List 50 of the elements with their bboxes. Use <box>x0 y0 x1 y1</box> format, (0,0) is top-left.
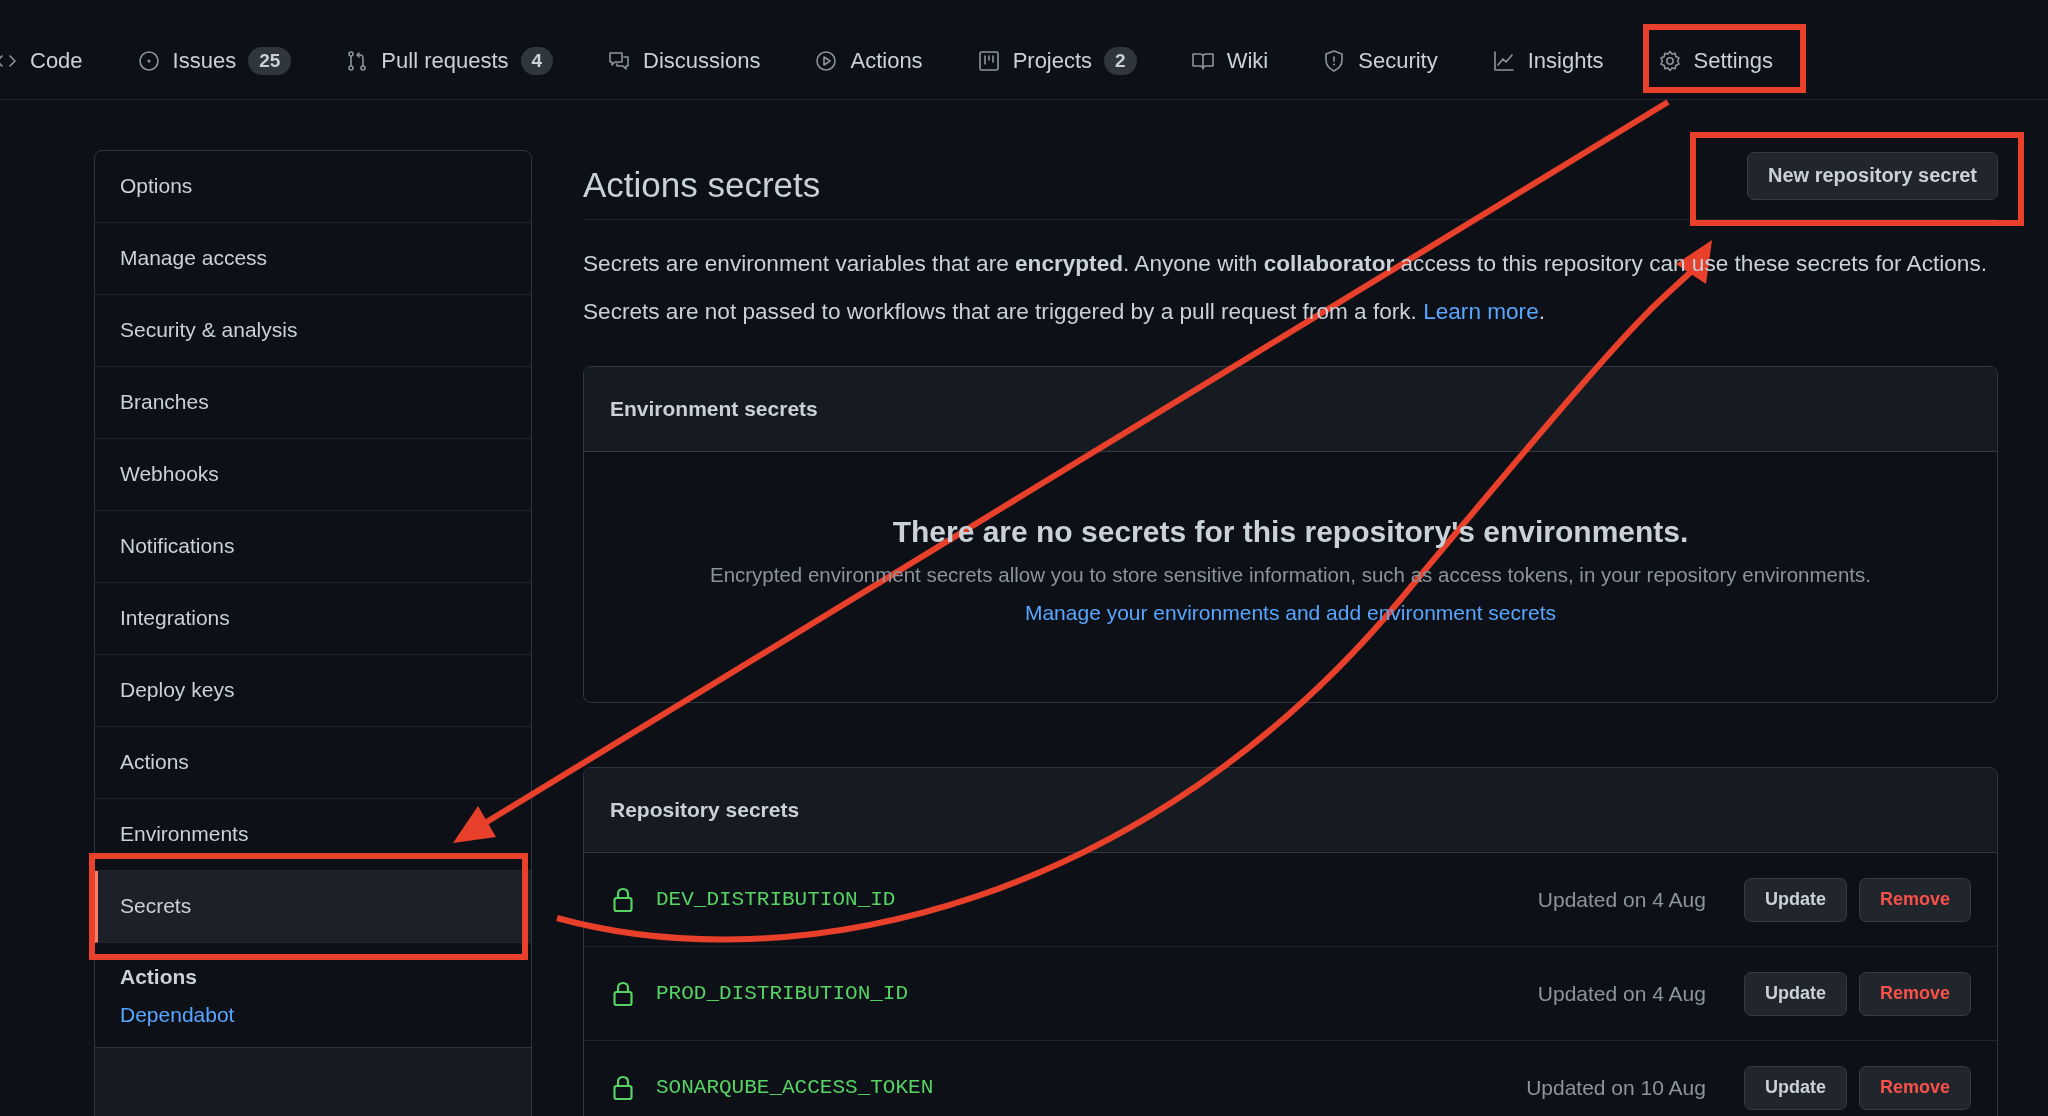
nav-tab[interactable]: Wiki <box>1182 41 1277 80</box>
sidebar-item[interactable]: Secrets <box>95 871 531 943</box>
page-title: Actions secrets <box>583 164 821 205</box>
nav-tab[interactable]: Pull requests 4 <box>337 40 562 81</box>
nav-tab[interactable]: Actions <box>806 41 931 80</box>
nav-tab[interactable]: Security <box>1314 41 1446 80</box>
count-badge: 4 <box>520 46 554 75</box>
learn-more-link[interactable]: Learn more <box>1423 299 1539 324</box>
line-graph-icon <box>1491 48 1516 73</box>
lock-icon <box>612 1074 634 1101</box>
nav-tab[interactable]: Insights <box>1483 41 1612 80</box>
project-board-icon <box>976 48 1001 73</box>
sidebar-item[interactable]: Manage access <box>95 223 531 295</box>
sidebar-item[interactable]: Deploy keys <box>95 655 531 727</box>
updated-date: Updated on 10 Aug <box>1526 1075 1706 1100</box>
nav-tab[interactable]: Projects 2 <box>968 40 1145 81</box>
sidebar-link[interactable]: Dependabot <box>120 1003 235 1027</box>
new-secret-button[interactable]: New repository secret <box>1747 151 1998 200</box>
sidebar-item[interactable]: Integrations <box>95 583 531 655</box>
update-button[interactable]: Update <box>1743 971 1847 1016</box>
sidebar-item[interactable]: Notifications <box>95 511 531 583</box>
nav-tab[interactable]: Settings <box>1649 41 1782 80</box>
sidebar-item[interactable]: Options <box>95 151 531 223</box>
sidebar-item[interactable]: Actions <box>95 727 531 799</box>
issue-icon <box>136 48 161 73</box>
panel-title: Repository secrets <box>610 798 800 822</box>
remove-button[interactable]: Remove <box>1858 971 1971 1016</box>
updated-date: Updated on 4 Aug <box>1537 887 1706 912</box>
count-badge: 2 <box>1104 46 1137 75</box>
play-icon <box>814 48 839 73</box>
secret-name: PROD_DISTRIBUTION_ID <box>656 982 910 1005</box>
remove-button[interactable]: Remove <box>1858 1065 1971 1110</box>
updated-date: Updated on 4 Aug <box>1537 981 1706 1006</box>
nav-tab[interactable]: Code <box>0 41 91 80</box>
remove-button[interactable]: Remove <box>1858 877 1971 922</box>
count-badge: 25 <box>248 46 292 75</box>
secret-name: SONARQUBE_ACCESS_TOKEN <box>656 1076 935 1099</box>
sidebar-item[interactable]: Webhooks <box>95 439 531 511</box>
settings-icon <box>1657 48 1682 73</box>
nav-tab[interactable]: Discussions <box>599 41 769 80</box>
secret-name: DEV_DISTRIBUTION_ID <box>656 888 897 911</box>
section-heading: Actions <box>120 965 198 989</box>
update-button[interactable]: Update <box>1743 877 1847 922</box>
sidebar-item[interactable]: Branches <box>95 367 531 439</box>
nav-tab[interactable]: Issues 25 <box>128 40 300 81</box>
lock-icon <box>612 886 634 913</box>
sidebar-item[interactable]: Security & analysis <box>95 295 531 367</box>
update-button[interactable]: Update <box>1743 1065 1847 1110</box>
panel-title: Environment secrets <box>610 397 818 421</box>
lock-icon <box>612 980 634 1007</box>
